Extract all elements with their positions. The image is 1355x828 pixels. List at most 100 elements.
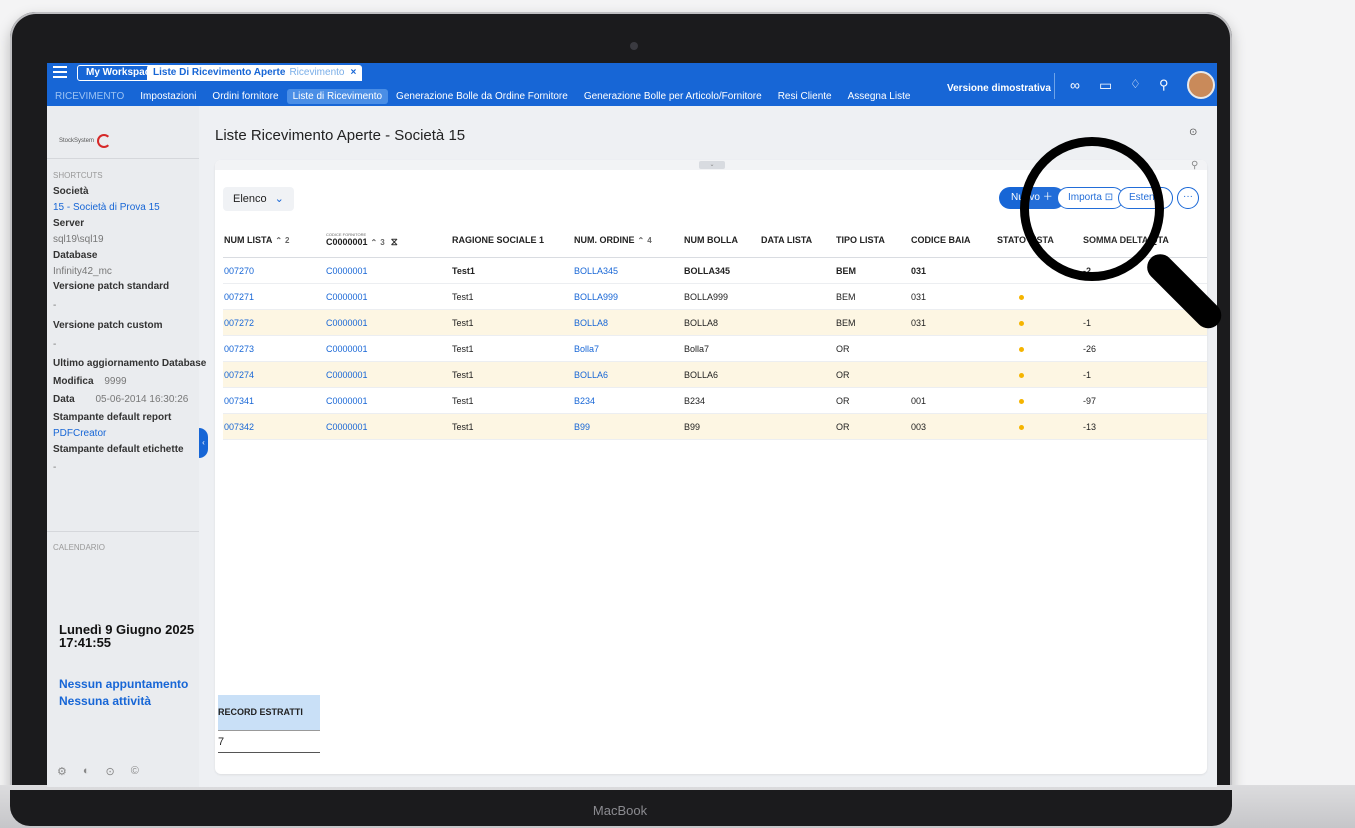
infinity-icon[interactable]: ∞: [1070, 77, 1080, 93]
cell-codice-fornitore[interactable]: C0000001: [325, 283, 451, 310]
cell-ragione-sociale: Test1: [451, 309, 573, 336]
nav-generazione-bolle-articolo[interactable]: Generazione Bolle per Articolo/Fornitore: [576, 91, 770, 102]
cell-ragione-sociale: Test1: [451, 413, 573, 440]
cell-ragione-sociale: Test1: [451, 387, 573, 414]
magnifier-icon: [1020, 137, 1164, 281]
cell-num-ordine[interactable]: Bolla7: [573, 335, 683, 362]
societa-label: Società: [53, 186, 89, 197]
cell-tipo-lista: OR: [835, 413, 910, 440]
col-num-ordine[interactable]: NUM. ORDINE ⌃ 4: [573, 222, 683, 258]
table-row[interactable]: 007272 C0000001 Test1 BOLLA8 BOLLA8 BEM 031 -1: [223, 309, 1207, 336]
cell-num-lista[interactable]: 007272: [223, 309, 325, 336]
cell-num-bolla: Bolla7: [683, 335, 760, 362]
user-avatar[interactable]: [1187, 71, 1215, 99]
cell-num-ordine[interactable]: BOLLA999: [573, 283, 683, 310]
sidebar-footer: ⚙ ◐ ⊙ ©: [57, 765, 139, 778]
pin-icon[interactable]: ⚲: [1191, 160, 1198, 171]
cell-stato-lista: [996, 309, 1082, 336]
divider: [47, 531, 199, 532]
col-codice-baia[interactable]: CODICE BAIA: [910, 222, 996, 258]
cell-somma-delta: -97: [1082, 387, 1207, 414]
table-row[interactable]: 007271 C0000001 Test1 BOLLA999 BOLLA999 BEM 03…: [223, 283, 1207, 310]
cell-num-lista[interactable]: 007270: [223, 257, 325, 284]
top-bar: My Workspace Liste Di Ricevimento Aperte…: [47, 63, 1217, 106]
open-tab[interactable]: Liste Di Ricevimento Aperte Ricevimento ×: [147, 65, 363, 81]
copyright-icon[interactable]: ©: [131, 765, 139, 778]
chevron-down-icon: ⌄: [274, 193, 284, 205]
view-select-value: Elenco: [233, 193, 267, 205]
cell-num-ordine[interactable]: B234: [573, 387, 683, 414]
database-label: Database: [53, 250, 98, 261]
cell-tipo-lista: BEM: [835, 283, 910, 310]
cell-num-ordine[interactable]: BOLLA345: [573, 257, 683, 284]
collapse-sidebar-button[interactable]: ‹: [199, 428, 208, 458]
help-icon[interactable]: ⊙: [106, 765, 115, 778]
cell-codice-fornitore[interactable]: C0000001: [325, 361, 451, 388]
cell-num-lista[interactable]: 007273: [223, 335, 325, 362]
cell-num-ordine[interactable]: BOLLA6: [573, 361, 683, 388]
cell-num-bolla: BOLLA6: [683, 361, 760, 388]
globe-icon[interactable]: ◐: [83, 765, 90, 778]
cell-num-lista[interactable]: 007341: [223, 387, 325, 414]
sort-icon[interactable]: ⌃: [371, 238, 378, 247]
nav-impostazioni[interactable]: Impostazioni: [132, 91, 204, 102]
cell-num-bolla: B99: [683, 413, 760, 440]
sort-order: 4: [647, 235, 652, 245]
col-data-lista[interactable]: DATA LISTA: [760, 222, 835, 258]
no-appointments[interactable]: Nessun appuntamento: [59, 677, 188, 691]
hamburger-icon[interactable]: [53, 66, 67, 78]
cell-stato-lista: [996, 283, 1082, 310]
nav-resi-cliente[interactable]: Resi Cliente: [770, 91, 840, 102]
printer-report-value[interactable]: PDFCreator: [53, 428, 106, 439]
logo-text: StockSystem: [59, 138, 95, 144]
nav-assegna-liste[interactable]: Assegna Liste: [840, 91, 919, 102]
col-num-bolla[interactable]: NUM BOLLA: [683, 222, 760, 258]
cell-codice-fornitore[interactable]: C0000001: [325, 413, 451, 440]
main-nav: RICEVIMENTO Impostazioni Ordini fornitor…: [47, 87, 918, 105]
table-row[interactable]: 007342 C0000001 Test1 B99 B99 OR 003 -13: [223, 413, 1207, 440]
cell-num-lista[interactable]: 007274: [223, 361, 325, 388]
cell-stato-lista: [996, 413, 1082, 440]
nav-ordini-fornitore[interactable]: Ordini fornitore: [204, 91, 286, 102]
cell-num-lista[interactable]: 007342: [223, 413, 325, 440]
cell-codice-fornitore[interactable]: C0000001: [325, 335, 451, 362]
societa-value[interactable]: 15 - Società di Prova 15: [53, 202, 160, 213]
filter-clear-icon[interactable]: ⧖: [391, 237, 398, 248]
nav-generazione-bolle-ordine[interactable]: Generazione Bolle da Ordine Fornitore: [388, 91, 576, 102]
cell-codice-fornitore[interactable]: C0000001: [325, 257, 451, 284]
monitor-icon[interactable]: ▭: [1099, 77, 1112, 94]
table-row[interactable]: 007273 C0000001 Test1 Bolla7 Bolla7 OR -26: [223, 335, 1207, 362]
col-num-lista[interactable]: NUM LISTA ⌃ 2: [223, 222, 325, 258]
bell-icon[interactable]: ♢: [1130, 77, 1141, 91]
sort-icon[interactable]: ⌃: [275, 236, 282, 245]
view-select[interactable]: Elenco ⌄: [223, 187, 294, 211]
cell-num-lista[interactable]: 007271: [223, 283, 325, 310]
cell-stato-lista: [996, 361, 1082, 388]
version-label: Versione dimostrativa: [947, 83, 1051, 94]
table-row[interactable]: 007274 C0000001 Test1 BOLLA6 BOLLA6 OR -1: [223, 361, 1207, 388]
col-codice-fornitore[interactable]: CODICE FORNITORE C0000001 ⌃ 3 ⧖: [325, 222, 451, 258]
cell-codice-fornitore[interactable]: C0000001: [325, 309, 451, 336]
nav-liste-ricevimento[interactable]: Liste di Ricevimento: [286, 88, 389, 104]
modifica-label: Modifica: [53, 376, 94, 387]
cell-num-ordine[interactable]: B99: [573, 413, 683, 440]
sort-icon[interactable]: ⌃: [638, 236, 645, 245]
status-dot-icon: [1019, 372, 1024, 378]
close-tab-icon[interactable]: ×: [350, 67, 356, 78]
page-title: Liste Ricevimento Aperte - Società 15: [215, 127, 466, 144]
cell-codice-baia: 003: [910, 413, 996, 440]
expand-handle[interactable]: ⌄: [699, 161, 725, 169]
col-ragione-sociale[interactable]: RAGIONE SOCIALE 1: [451, 222, 573, 258]
cell-tipo-lista: OR: [835, 387, 910, 414]
cell-ragione-sociale: Test1: [451, 257, 573, 284]
table-row[interactable]: 007341 C0000001 Test1 B234 B234 OR 001 -97: [223, 387, 1207, 414]
no-activities[interactable]: Nessuna attività: [59, 694, 151, 708]
nav-ricevimento[interactable]: RICEVIMENTO: [47, 91, 132, 102]
more-options-button[interactable]: ···: [1177, 187, 1199, 209]
cell-codice-fornitore[interactable]: C0000001: [325, 387, 451, 414]
col-tipo-lista[interactable]: TIPO LISTA: [835, 222, 910, 258]
search-icon[interactable]: ⚲: [1159, 77, 1169, 93]
settings-icon[interactable]: ⚙: [57, 765, 67, 778]
cell-num-ordine[interactable]: BOLLA8: [573, 309, 683, 336]
help-icon[interactable]: ⊙: [1189, 127, 1197, 138]
